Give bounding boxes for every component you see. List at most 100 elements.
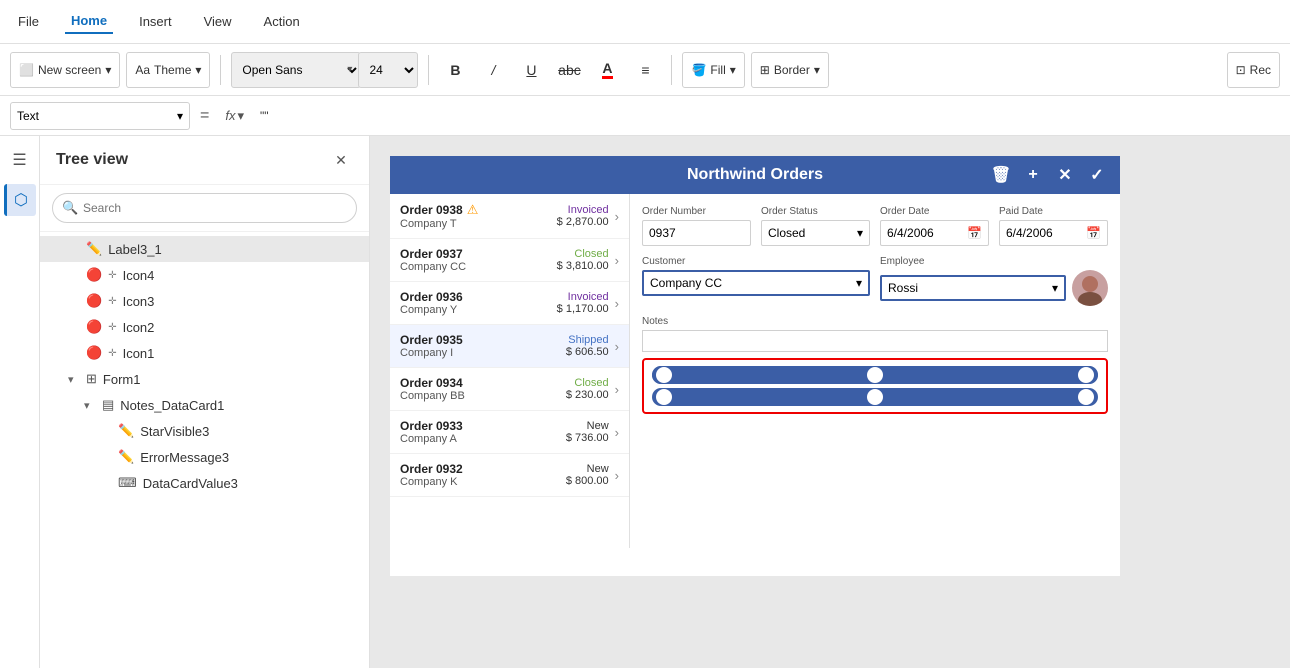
expand-arrow-icon: ▾ bbox=[84, 399, 96, 412]
italic-button[interactable]: / bbox=[477, 54, 509, 86]
tree-item-label3-1[interactable]: ✏️ Label3_1 bbox=[40, 236, 369, 262]
order-status-selector[interactable]: Closed ▾ bbox=[761, 220, 870, 246]
font-color-button[interactable]: A bbox=[591, 54, 623, 86]
employee-label: Employee bbox=[880, 256, 1108, 267]
tree-item-starvisible3[interactable]: ✏️ StarVisible3 bbox=[40, 418, 369, 444]
menu-view[interactable]: View bbox=[198, 10, 238, 33]
ribbon: ⬜ New screen ▾ Aa Theme ▾ Open Sans ▾ 24… bbox=[0, 44, 1290, 96]
order-row[interactable]: Order 0935 Company I Shipped $ 606.50 › bbox=[390, 325, 629, 368]
formula-bar: Text ▾ = fx ▾ bbox=[0, 96, 1290, 136]
order-info: Order 0937 Company CC bbox=[400, 247, 557, 273]
slider-track-bottom[interactable] bbox=[652, 388, 1098, 406]
detail-panel: Order Number 0937 Order Status Closed ▾ … bbox=[630, 194, 1120, 548]
close-button[interactable]: ✕ bbox=[1052, 162, 1078, 188]
menu-file[interactable]: File bbox=[12, 10, 45, 33]
customer-selector[interactable]: Company CC ▾ bbox=[642, 270, 870, 296]
order-company: Company BB bbox=[400, 390, 566, 402]
font-size-selector[interactable]: 24 bbox=[358, 52, 418, 88]
sidebar-layers-button[interactable]: ⬡ bbox=[4, 184, 36, 216]
tree-item-icon4[interactable]: 🔴 ✛ Icon4 bbox=[40, 262, 369, 288]
ribbon-separator-3 bbox=[671, 55, 672, 85]
slider-handle-right[interactable] bbox=[1078, 367, 1094, 383]
rec-icon: ⊡ bbox=[1236, 63, 1246, 77]
order-row[interactable]: Order 0934 Company BB Closed $ 230.00 › bbox=[390, 368, 629, 411]
tree-items: ✏️ Label3_1 🔴 ✛ Icon4 🔴 ✛ Icon3 🔴 bbox=[40, 232, 369, 668]
order-company: Company I bbox=[400, 347, 566, 359]
delete-button[interactable]: 🗑 bbox=[988, 162, 1014, 188]
theme-button[interactable]: Aa Theme ▾ bbox=[126, 52, 210, 88]
order-row[interactable]: Order 0937 Company CC Closed $ 3,810.00 … bbox=[390, 239, 629, 282]
order-number: Order 0933 bbox=[400, 419, 566, 433]
sidebar-icons: ☰ ⬡ bbox=[0, 136, 40, 668]
detail-row-2: Customer Company CC ▾ Employee Rossi bbox=[642, 256, 1108, 306]
notes-input[interactable] bbox=[642, 330, 1108, 352]
sidebar-hamburger-button[interactable]: ☰ bbox=[4, 144, 36, 176]
order-list: Order 0938 ⚠ Company T Invoiced $ 2,870.… bbox=[390, 194, 630, 548]
underline-button[interactable]: U bbox=[515, 54, 547, 86]
ribbon-separator-1 bbox=[220, 55, 221, 85]
align-button[interactable]: ≡ bbox=[629, 54, 661, 86]
slider-track-top[interactable] bbox=[652, 366, 1098, 384]
order-row[interactable]: Order 0936 Company Y Invoiced $ 1,170.00… bbox=[390, 282, 629, 325]
slider-handle2-mid[interactable] bbox=[867, 389, 883, 405]
fill-label: Fill bbox=[710, 63, 725, 77]
bold-button[interactable]: B bbox=[439, 54, 471, 86]
chevron-right-icon: › bbox=[615, 209, 619, 224]
employee-selector[interactable]: Rossi ▾ bbox=[880, 275, 1066, 301]
app-body: Order 0938 ⚠ Company T Invoiced $ 2,870.… bbox=[390, 194, 1120, 548]
new-screen-icon: ⬜ bbox=[19, 63, 34, 77]
menu-insert[interactable]: Insert bbox=[133, 10, 178, 33]
formula-selector-label: Text bbox=[17, 109, 39, 123]
new-screen-button[interactable]: ⬜ New screen ▾ bbox=[10, 52, 120, 88]
formula-input[interactable] bbox=[256, 102, 1280, 130]
slider-handle2-right[interactable] bbox=[1078, 389, 1094, 405]
border-button[interactable]: ⊞ Border ▾ bbox=[751, 52, 829, 88]
order-number: Order 0932 bbox=[400, 462, 566, 476]
chevron-right-icon: › bbox=[615, 253, 619, 268]
tree-item-notes-datacard1[interactable]: ▾ ▤ Notes_DataCard1 bbox=[40, 392, 369, 418]
edit-icon: ✏️ bbox=[118, 423, 134, 439]
tree-item-icon2[interactable]: 🔴 ✛ Icon2 bbox=[40, 314, 369, 340]
order-status: Closed bbox=[566, 377, 609, 389]
tree-close-button[interactable]: ✕ bbox=[329, 148, 353, 172]
tree-item-errormessage3[interactable]: ✏️ ErrorMessage3 bbox=[40, 444, 369, 470]
strikethrough-button[interactable]: abc bbox=[553, 54, 585, 86]
fx-button[interactable]: fx ▾ bbox=[219, 106, 250, 126]
border-icon: ⊞ bbox=[760, 63, 770, 77]
order-date-value[interactable]: 6/4/2006 📅 bbox=[880, 220, 989, 246]
add-button[interactable]: + bbox=[1020, 162, 1046, 188]
order-number-value[interactable]: 0937 bbox=[642, 220, 751, 246]
tree-item-label: Label3_1 bbox=[108, 242, 353, 257]
menu-action[interactable]: Action bbox=[258, 10, 306, 33]
order-date-field: Order Date 6/4/2006 📅 bbox=[880, 206, 989, 246]
order-status-value: Closed bbox=[768, 226, 805, 240]
order-info: Order 0935 Company I bbox=[400, 333, 566, 359]
font-selector[interactable]: Open Sans bbox=[231, 52, 361, 88]
paid-date-label: Paid Date bbox=[999, 206, 1108, 217]
rec-button[interactable]: ⊡ Rec bbox=[1227, 52, 1280, 88]
menu-home[interactable]: Home bbox=[65, 9, 113, 34]
employee-field: Employee Rossi ▾ bbox=[880, 256, 1108, 306]
edit-icon: ✏️ bbox=[86, 241, 102, 257]
check-button[interactable]: ✓ bbox=[1084, 162, 1110, 188]
slider-handle-mid[interactable] bbox=[867, 367, 883, 383]
tree-item-icon3[interactable]: 🔴 ✛ Icon3 bbox=[40, 288, 369, 314]
paid-date-value[interactable]: 6/4/2006 📅 bbox=[999, 220, 1108, 246]
fill-button[interactable]: 🪣 Fill ▾ bbox=[682, 52, 744, 88]
tree-item-label: Form1 bbox=[103, 372, 353, 387]
tree-item-form1[interactable]: ▾ ⊞ Form1 bbox=[40, 366, 369, 392]
add-icon: ✛ bbox=[108, 348, 116, 359]
slider-handle2-left[interactable] bbox=[656, 389, 672, 405]
chevron-right-icon: › bbox=[615, 296, 619, 311]
order-row[interactable]: Order 0933 Company A New $ 736.00 › bbox=[390, 411, 629, 454]
order-row[interactable]: Order 0938 ⚠ Company T Invoiced $ 2,870.… bbox=[390, 194, 629, 239]
tree-item-datacardvalue3[interactable]: ⌨ DataCardValue3 bbox=[40, 470, 369, 496]
order-row[interactable]: Order 0932 Company K New $ 800.00 › bbox=[390, 454, 629, 497]
slider-handle-left[interactable] bbox=[656, 367, 672, 383]
order-amount: $ 230.00 bbox=[566, 389, 609, 401]
fx-icon: fx bbox=[225, 108, 235, 123]
tree-item-icon1[interactable]: 🔴 ✛ Icon1 bbox=[40, 340, 369, 366]
formula-selector[interactable]: Text ▾ bbox=[10, 102, 190, 130]
warning-icon: ⚠ bbox=[467, 202, 479, 218]
tree-search-input[interactable] bbox=[52, 193, 357, 223]
